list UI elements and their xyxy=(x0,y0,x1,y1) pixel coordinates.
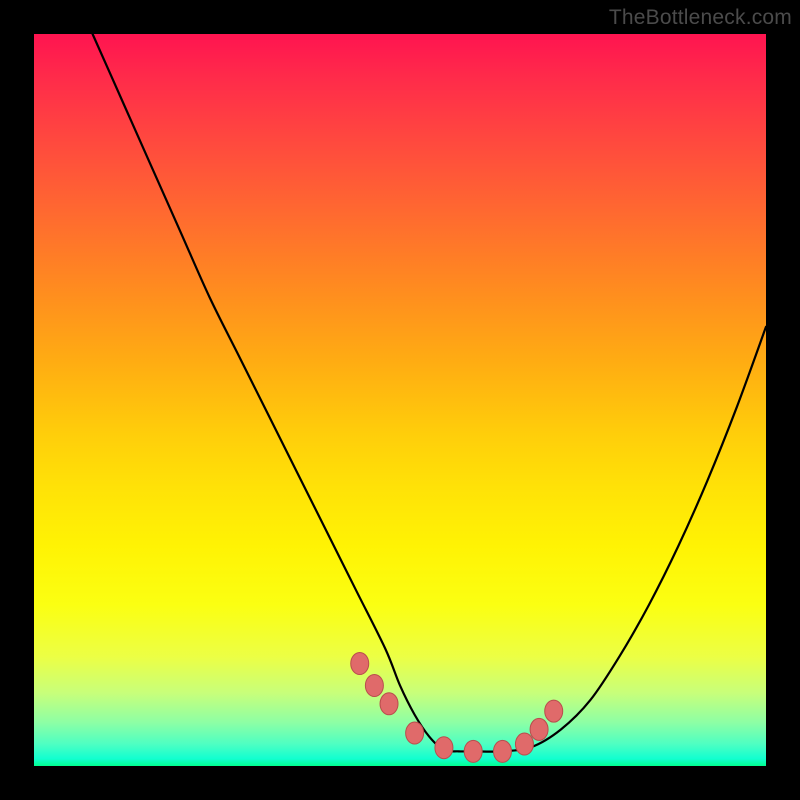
highlight-marker xyxy=(365,674,383,696)
chart-svg xyxy=(34,34,766,766)
highlight-marker xyxy=(406,722,424,744)
highlight-marker xyxy=(380,693,398,715)
highlight-marker xyxy=(545,700,563,722)
chart-frame: TheBottleneck.com xyxy=(0,0,800,800)
highlight-marker xyxy=(530,718,548,740)
highlight-marker xyxy=(493,740,511,762)
highlight-marker xyxy=(464,740,482,762)
highlight-marker xyxy=(351,653,369,675)
chart-plot-area xyxy=(34,34,766,766)
bottleneck-curve-line xyxy=(93,34,766,752)
highlight-marker xyxy=(515,733,533,755)
highlight-markers xyxy=(351,653,563,763)
highlight-marker xyxy=(435,737,453,759)
watermark-text: TheBottleneck.com xyxy=(609,6,792,30)
